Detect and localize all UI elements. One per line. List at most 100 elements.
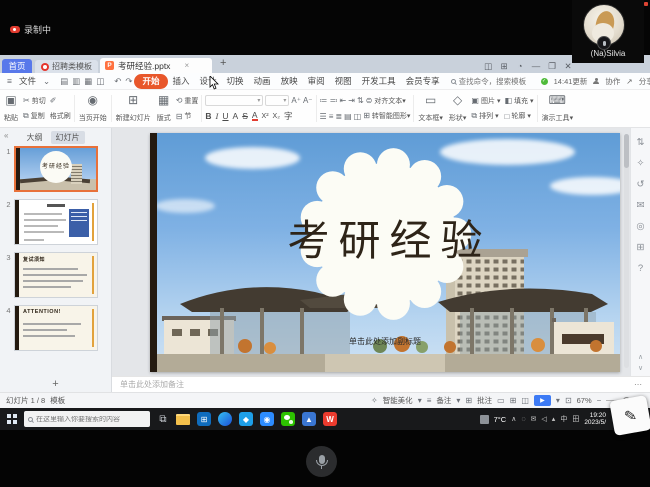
- meeting-app-icon[interactable]: ◉: [260, 412, 274, 426]
- layout-switch-icon[interactable]: ◫: [480, 61, 496, 72]
- workbench-icon[interactable]: ⊞: [496, 61, 512, 72]
- collaborate-button[interactable]: 协作: [605, 76, 620, 87]
- menu-insert[interactable]: 插入: [168, 74, 195, 88]
- scrollbar-thumb[interactable]: [624, 134, 629, 168]
- to-smartart-button[interactable]: ⊞ 转智能图形▾: [363, 111, 410, 121]
- share-button[interactable]: 分享: [639, 76, 650, 87]
- font-size-select[interactable]: ▾: [265, 95, 289, 106]
- save-icon[interactable]: ▤: [58, 76, 70, 87]
- volume-icon[interactable]: ◁: [541, 415, 546, 423]
- menu-member[interactable]: 会员专享: [401, 74, 445, 88]
- superscript-button[interactable]: X²: [262, 113, 269, 120]
- wps-app-icon[interactable]: W: [323, 412, 337, 426]
- temperature[interactable]: 7°C: [494, 415, 507, 424]
- chevron-down-icon[interactable]: ⌄: [41, 76, 52, 87]
- vertical-scrollbar[interactable]: [624, 134, 629, 368]
- subscript-button[interactable]: X₂: [273, 113, 280, 120]
- weather-icon[interactable]: [480, 415, 489, 424]
- wechat-icon[interactable]: [281, 412, 295, 426]
- align-left-icon[interactable]: ☰: [320, 112, 327, 121]
- outline-button[interactable]: □轮廓▾: [504, 111, 533, 121]
- bullet-list-icon[interactable]: ≔: [320, 96, 328, 105]
- notes-more-icon[interactable]: ⋯: [634, 380, 642, 389]
- number-list-icon[interactable]: ≕: [330, 96, 338, 105]
- print-icon[interactable]: ▥: [70, 76, 82, 87]
- underline-button[interactable]: U: [222, 111, 228, 121]
- add-slide-button[interactable]: +: [0, 378, 111, 390]
- menu-file[interactable]: 文件: [14, 74, 41, 88]
- notes-bar[interactable]: 单击此处添加备注 ⋯: [112, 376, 650, 392]
- smart-beautify-button[interactable]: 智能美化: [383, 395, 413, 406]
- align-right-icon[interactable]: ≣: [335, 112, 342, 121]
- photos-app-icon[interactable]: ▲: [302, 412, 316, 426]
- command-search[interactable]: [451, 77, 541, 86]
- network-icon[interactable]: ▴: [552, 415, 556, 423]
- file-explorer-icon[interactable]: [176, 414, 190, 425]
- start-button[interactable]: [7, 414, 17, 424]
- tray-expand-icon[interactable]: ∧: [511, 415, 516, 423]
- panel-tool-icon[interactable]: ⊞: [637, 242, 645, 253]
- export-icon[interactable]: ▦: [82, 76, 94, 87]
- tab-home[interactable]: 首页: [2, 59, 32, 73]
- mic-button[interactable]: [306, 446, 337, 477]
- menu-home[interactable]: 开始: [134, 74, 167, 89]
- cut-button[interactable]: ✂剪切: [23, 96, 46, 106]
- notes-toggle[interactable]: 备注: [436, 395, 451, 406]
- slide-thumbnail-1[interactable]: 考研经验: [14, 146, 98, 192]
- layout-button[interactable]: ▦ 版式: [154, 92, 174, 125]
- increase-font-icon[interactable]: A⁺: [291, 96, 301, 105]
- tab-slides[interactable]: 幻灯片: [51, 131, 85, 144]
- task-view-icon[interactable]: ⧉: [157, 412, 169, 426]
- undo-icon[interactable]: ↶: [112, 76, 123, 87]
- notes-placeholder[interactable]: 单击此处添加备注: [120, 379, 184, 390]
- font-color-button[interactable]: A: [252, 111, 258, 121]
- decrease-font-icon[interactable]: A⁻: [303, 96, 313, 105]
- edge-browser-icon[interactable]: [218, 412, 232, 426]
- copy-button[interactable]: ⧉复制: [23, 111, 46, 121]
- hamburger-icon[interactable]: ≡: [5, 76, 14, 86]
- picture-button[interactable]: ▣图片▾: [471, 96, 500, 106]
- editing-canvas[interactable]: 考研经验 单击此处添加副标题: [112, 128, 630, 376]
- ime-indicator[interactable]: 中: [560, 414, 567, 424]
- selection-tool-icon[interactable]: ◎: [636, 221, 644, 232]
- menu-animation[interactable]: 动画: [249, 74, 276, 88]
- strikethrough-button[interactable]: S: [242, 111, 248, 121]
- italic-button[interactable]: I: [216, 111, 219, 121]
- slide-sorter-icon[interactable]: ⊞: [510, 396, 517, 405]
- fill-button[interactable]: ◧填充▾: [504, 96, 533, 106]
- slide-thumbnail-4[interactable]: ATTENTION!: [14, 305, 98, 351]
- slide-subtitle-placeholder[interactable]: 单击此处添加副标题: [150, 336, 620, 347]
- paste-button[interactable]: ▣ 粘贴: [1, 92, 21, 125]
- char-spacing-button[interactable]: A: [233, 111, 239, 121]
- help-tool-icon[interactable]: ?: [638, 263, 643, 274]
- slide-thumbnail-2[interactable]: [14, 199, 98, 245]
- qq-icon[interactable]: ◆: [239, 412, 253, 426]
- store-icon[interactable]: ⊞: [197, 412, 211, 426]
- participant-tile[interactable]: (Na)Silvia: [572, 0, 644, 63]
- presentation-tools-button[interactable]: ⌨ 演示工具▾: [539, 92, 577, 125]
- theme-label[interactable]: 模板: [50, 395, 65, 406]
- new-slide-button[interactable]: ⊞ 新建幻灯片: [113, 92, 154, 125]
- menu-review[interactable]: 审阅: [303, 74, 330, 88]
- skin-icon[interactable]: ◔: [512, 61, 528, 71]
- menu-developer[interactable]: 开发工具: [357, 74, 401, 88]
- zoom-out-icon[interactable]: −: [597, 396, 602, 405]
- feedback-tool-icon[interactable]: ✉: [637, 200, 645, 211]
- menu-view[interactable]: 视图: [330, 74, 357, 88]
- taskbar-search-input[interactable]: [36, 416, 144, 423]
- preview-icon[interactable]: ◫: [94, 76, 106, 87]
- columns-icon[interactable]: ◫: [354, 112, 362, 121]
- restore-button[interactable]: ❐: [544, 61, 560, 72]
- beautify-tool-icon[interactable]: ✧: [637, 158, 645, 169]
- menu-transition[interactable]: 切换: [222, 74, 249, 88]
- tab-document[interactable]: P 考研经验.pptx ×: [100, 58, 212, 73]
- touch-keyboard-icon[interactable]: 田: [572, 414, 579, 424]
- command-search-input[interactable]: [459, 77, 541, 86]
- textbox-button[interactable]: ▭ 文本框▾: [415, 92, 446, 125]
- slide-canvas[interactable]: 考研经验 单击此处添加副标题: [150, 133, 620, 372]
- align-center-icon[interactable]: ≡: [329, 112, 334, 121]
- phonetic-button[interactable]: 字: [284, 110, 293, 122]
- tray-cloud-icon[interactable]: ◌: [521, 416, 525, 423]
- slideshow-play-button[interactable]: ▶: [534, 395, 551, 406]
- menu-slideshow[interactable]: 放映: [276, 74, 303, 88]
